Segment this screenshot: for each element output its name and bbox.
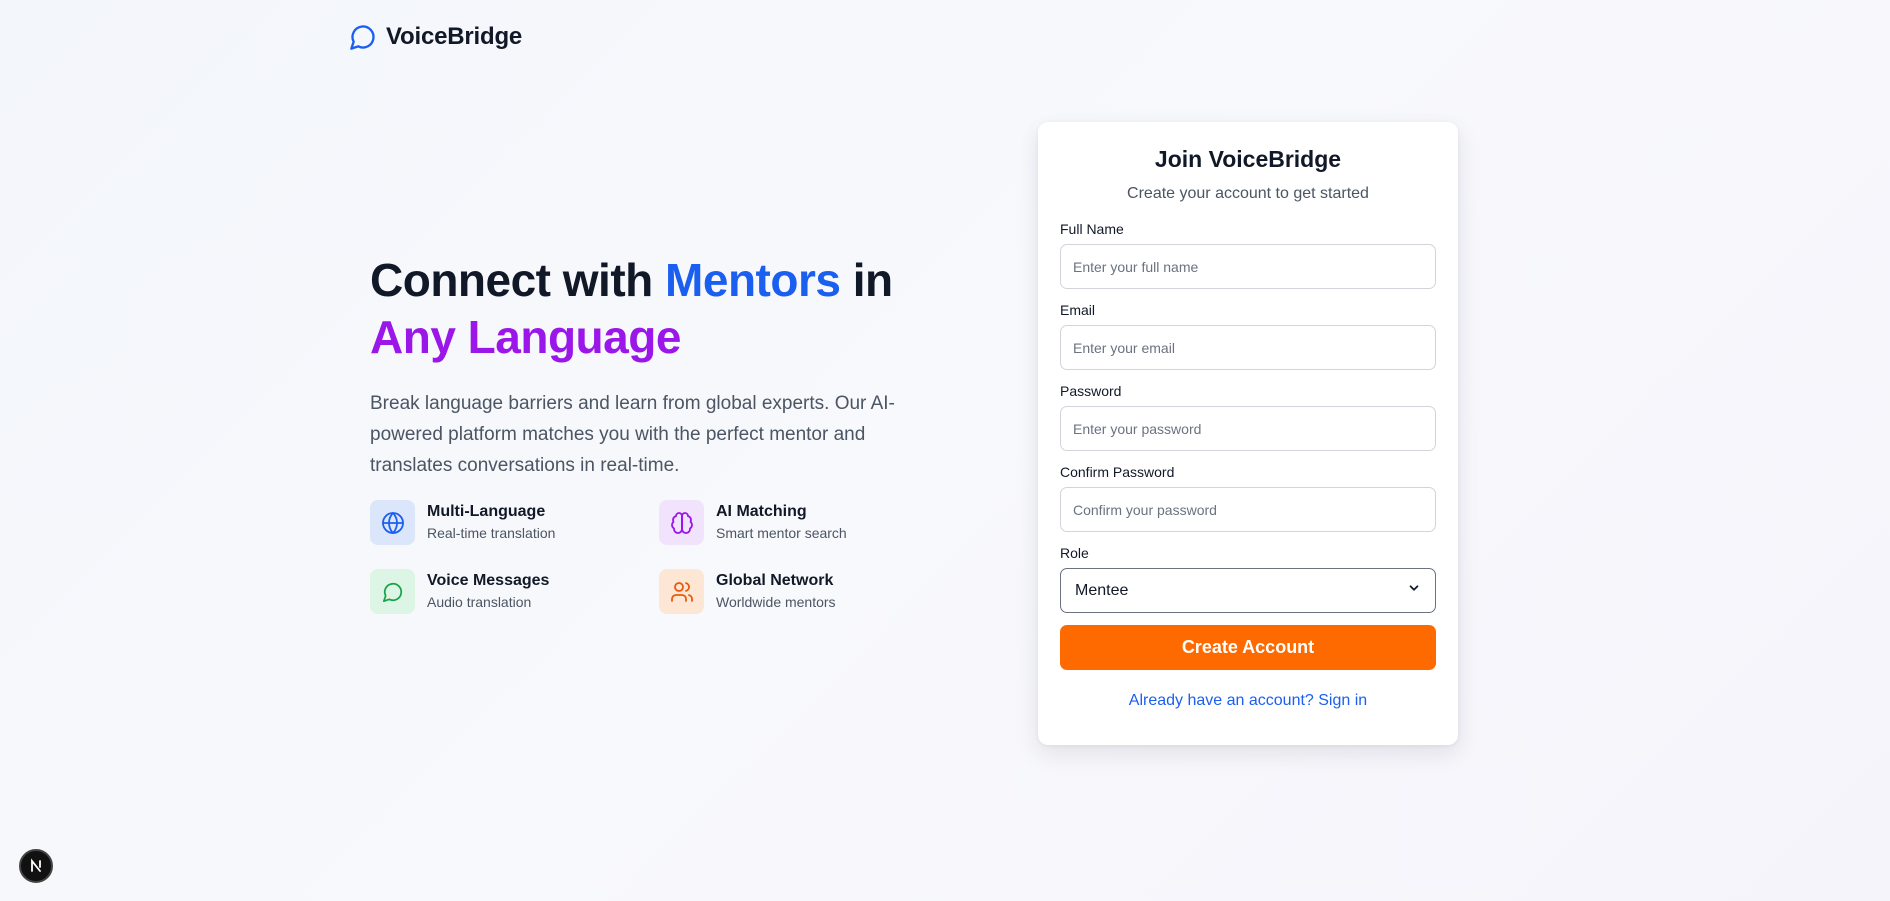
headline-highlight-language: Any Language bbox=[370, 311, 681, 363]
signin-row: Already have an account? Sign in bbox=[1060, 692, 1436, 710]
users-icon bbox=[659, 569, 704, 614]
feature-title: Voice Messages bbox=[427, 572, 550, 589]
feature-subtitle: Real-time translation bbox=[427, 525, 556, 541]
password-label: Password bbox=[1060, 383, 1122, 399]
full-name-input[interactable] bbox=[1060, 244, 1436, 289]
headline-part-1: Connect with bbox=[370, 254, 666, 306]
email-group: Email bbox=[1060, 301, 1436, 370]
feature-title: Multi-Language bbox=[427, 503, 546, 520]
globe-icon bbox=[370, 500, 415, 545]
signup-subtitle: Create your account to get started bbox=[1127, 185, 1369, 202]
brand-name: VoiceBridge bbox=[386, 23, 523, 50]
feature-subtitle: Worldwide mentors bbox=[716, 594, 836, 610]
chevron-down-icon bbox=[1407, 581, 1421, 600]
message-circle-icon bbox=[348, 22, 378, 52]
hero-headline: Connect with Mentors in Any Language bbox=[370, 252, 930, 366]
message-circle-icon bbox=[370, 569, 415, 614]
password-group: Password bbox=[1060, 382, 1436, 451]
signup-title: Join VoiceBridge bbox=[1154, 146, 1342, 172]
confirm-password-label: Confirm Password bbox=[1060, 464, 1175, 480]
create-account-button[interactable]: Create Account bbox=[1060, 625, 1436, 670]
feature-subtitle: Smart mentor search bbox=[716, 525, 847, 541]
header-brand[interactable]: VoiceBridge bbox=[348, 22, 522, 52]
signup-form: Full Name Email Password Confirm Passwor… bbox=[1060, 220, 1436, 710]
feature-subtitle: Audio translation bbox=[427, 594, 532, 610]
role-select[interactable]: Mentee bbox=[1060, 568, 1436, 613]
signin-link[interactable]: Already have an account? Sign in bbox=[1129, 692, 1367, 709]
feature-grid: Multi-Language Real-time translation AI … bbox=[370, 500, 919, 614]
brain-icon bbox=[659, 500, 704, 545]
feature-voice-messages: Voice Messages Audio translation bbox=[370, 569, 659, 614]
headline-part-2: in bbox=[840, 254, 893, 306]
full-name-group: Full Name bbox=[1060, 220, 1436, 289]
role-selected-value: Mentee bbox=[1075, 581, 1129, 599]
headline-highlight-mentors: Mentors bbox=[665, 254, 841, 306]
feature-title: AI Matching bbox=[716, 503, 807, 520]
email-label: Email bbox=[1060, 302, 1096, 318]
full-name-label: Full Name bbox=[1060, 221, 1124, 237]
signup-card: Join VoiceBridge Create your account to … bbox=[1038, 122, 1458, 745]
feature-ai-matching: AI Matching Smart mentor search bbox=[659, 500, 919, 545]
email-input[interactable] bbox=[1060, 325, 1436, 370]
confirm-password-group: Confirm Password bbox=[1060, 463, 1436, 532]
role-group: Role Mentee bbox=[1060, 544, 1436, 613]
feature-title: Global Network bbox=[716, 572, 834, 589]
hero-section: Connect with Mentors in Any Language Bre… bbox=[370, 252, 930, 481]
nextjs-icon[interactable] bbox=[19, 849, 53, 883]
feature-multi-language: Multi-Language Real-time translation bbox=[370, 500, 659, 545]
feature-global-network: Global Network Worldwide mentors bbox=[659, 569, 919, 614]
confirm-password-input[interactable] bbox=[1060, 487, 1436, 532]
password-input[interactable] bbox=[1060, 406, 1436, 451]
hero-description: Break language barriers and learn from g… bbox=[370, 393, 895, 476]
role-label: Role bbox=[1060, 545, 1089, 561]
